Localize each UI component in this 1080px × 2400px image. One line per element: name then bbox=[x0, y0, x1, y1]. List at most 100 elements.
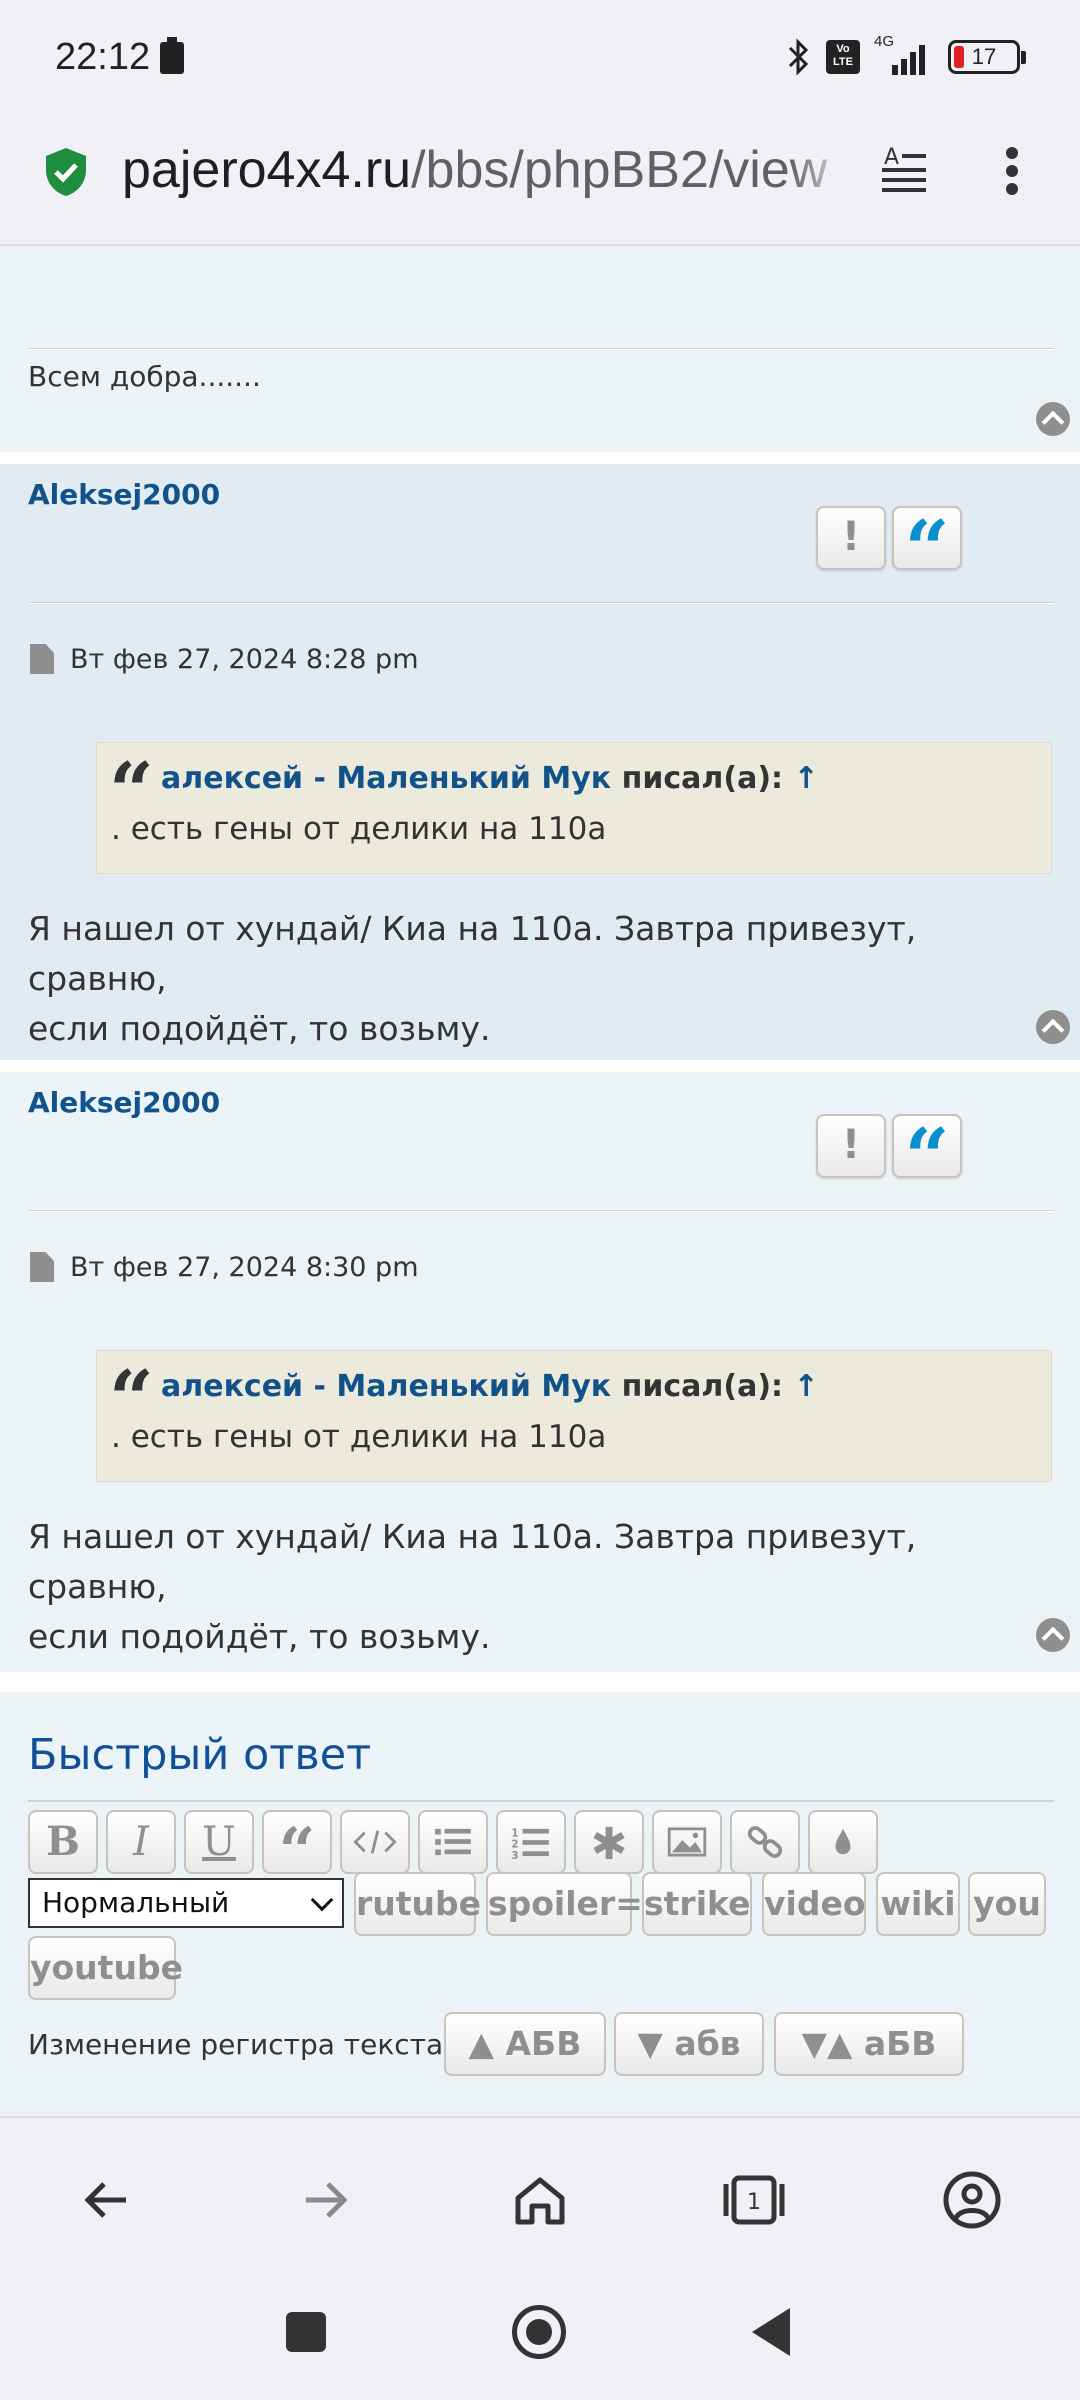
report-button[interactable] bbox=[816, 506, 886, 570]
asterisk-button[interactable]: ✱ bbox=[574, 1810, 644, 1874]
report-button[interactable] bbox=[816, 1114, 886, 1178]
color-button[interactable] bbox=[808, 1810, 878, 1874]
tag-button-youtube[interactable]: youtube bbox=[28, 1936, 183, 2000]
svg-text:3: 3 bbox=[511, 1850, 518, 1862]
back-arrow-icon[interactable] bbox=[76, 2168, 140, 2232]
signature-text: Всем добра....... bbox=[28, 360, 261, 393]
svg-text:1: 1 bbox=[747, 2190, 761, 2215]
bold-button[interactable]: B bbox=[28, 1810, 98, 1874]
italic-icon: I bbox=[133, 1819, 149, 1865]
network-type: 4G bbox=[874, 33, 895, 50]
svg-text:2: 2 bbox=[511, 1839, 518, 1851]
quote-button[interactable] bbox=[892, 1112, 962, 1203]
status-time: 22:12 bbox=[55, 36, 151, 78]
underline-icon: U bbox=[202, 1819, 236, 1865]
font-size-value: Нормальный bbox=[42, 1886, 230, 1919]
home-icon[interactable] bbox=[508, 2168, 572, 2232]
underline-button[interactable]: U bbox=[184, 1810, 254, 1874]
quote-mark-icon: “ bbox=[109, 1354, 154, 1445]
tag-button-wiki[interactable]: wiki bbox=[876, 1872, 960, 1936]
quote-author[interactable]: алексей - Маленький Мук bbox=[161, 761, 611, 796]
list-icon bbox=[435, 1828, 471, 1856]
code-icon bbox=[353, 1830, 397, 1854]
quote-tool-button[interactable]: “ bbox=[262, 1810, 332, 1889]
quote-text: . есть гены от делики на 110а bbox=[111, 1419, 607, 1455]
url-host: pajero4x4.ru bbox=[122, 141, 412, 199]
link-button[interactable] bbox=[730, 1810, 800, 1874]
profile-icon[interactable] bbox=[940, 2168, 1004, 2232]
post-date: Вт фев 27, 2024 8:28 pm bbox=[70, 644, 419, 675]
post-body-line: Я нашел от хундай/ Киа на 110а. Завтра п… bbox=[28, 1517, 917, 1606]
overflow-menu-icon[interactable] bbox=[1006, 147, 1020, 195]
tag-button-spoiler[interactable]: spoiler= bbox=[486, 1872, 643, 1936]
battery-level: 17 bbox=[971, 44, 997, 69]
image-button[interactable] bbox=[652, 1810, 722, 1874]
signal-icon: 4G bbox=[874, 33, 934, 77]
quote-header: алексей - Маленький Мук писал(а): ↑ bbox=[161, 1369, 819, 1404]
reader-mode-icon[interactable]: A bbox=[880, 144, 928, 194]
numbered-list-button[interactable]: 123 bbox=[496, 1810, 566, 1874]
browser-bottom-bar: 1 bbox=[0, 2116, 1080, 2276]
case-change-label: Изменение регистра текста: bbox=[28, 2028, 453, 2061]
uppercase-button[interactable]: ▲ АБВ bbox=[444, 2012, 606, 2076]
bold-icon: B bbox=[46, 1818, 80, 1865]
quote-source-link[interactable]: ↑ bbox=[793, 761, 818, 796]
tag-button-you[interactable]: you bbox=[968, 1872, 1046, 1936]
post-author[interactable]: Aleksej2000 bbox=[28, 1086, 220, 1119]
code-button[interactable] bbox=[340, 1810, 410, 1874]
back-to-top-icon[interactable] bbox=[1036, 402, 1070, 436]
quote-block: “ алексей - Маленький Мук писал(а): ↑ . … bbox=[96, 742, 1052, 874]
post-body: Я нашел от хундай/ Киа на 110а. Завтра п… bbox=[28, 904, 1058, 1054]
post-body-line: если подойдёт, то возьму. bbox=[28, 1617, 491, 1656]
tabs-icon[interactable]: 1 bbox=[722, 2168, 786, 2232]
color-drop-icon bbox=[835, 1828, 851, 1855]
list-button[interactable] bbox=[418, 1810, 488, 1874]
post-author[interactable]: Aleksej2000 bbox=[28, 478, 220, 511]
system-back-icon[interactable] bbox=[752, 2308, 790, 2356]
back-to-top-icon[interactable] bbox=[1036, 1618, 1070, 1652]
volte-icon: Vo LTE bbox=[826, 40, 860, 74]
quote-wrote: писал(а): bbox=[621, 761, 784, 796]
invert-case-button[interactable]: ▼▲ аБВ bbox=[774, 2012, 964, 2076]
url-field[interactable]: pajero4x4.ru/bbs/phpBB2/view bbox=[122, 140, 844, 204]
post-file-icon[interactable] bbox=[30, 644, 54, 674]
lowercase-button[interactable]: ▼ абв bbox=[614, 2012, 764, 2076]
quote-button[interactable] bbox=[892, 504, 962, 595]
italic-button[interactable]: I bbox=[106, 1810, 176, 1874]
quick-reply-panel: Быстрый ответ B I U “ 123 ✱ Нормальный r… bbox=[0, 1692, 1080, 2116]
quote-text: . есть гены от делики на 110а bbox=[111, 811, 607, 847]
back-to-top-icon[interactable] bbox=[1036, 1010, 1070, 1044]
svg-text:A: A bbox=[884, 145, 899, 170]
quote-author[interactable]: алексей - Маленький Мук bbox=[161, 1369, 611, 1404]
tag-button-video[interactable]: video bbox=[762, 1872, 866, 1936]
url-path: /bbs/phpBB2/view bbox=[411, 141, 828, 199]
link-icon bbox=[747, 1826, 783, 1858]
quote-source-link[interactable]: ↑ bbox=[793, 1369, 818, 1404]
post-file-icon[interactable] bbox=[30, 1252, 54, 1282]
system-navigation-bar bbox=[0, 2276, 1080, 2400]
home-button-icon[interactable] bbox=[512, 2305, 566, 2359]
quote-block: “ алексей - Маленький Мук писал(а): ↑ . … bbox=[96, 1350, 1052, 1482]
prev-post: Всем добра....... bbox=[0, 246, 1080, 452]
svg-text:1: 1 bbox=[511, 1827, 518, 1839]
forward-arrow-icon[interactable] bbox=[292, 2168, 356, 2232]
post-body: Я нашел от хундай/ Киа на 110а. Завтра п… bbox=[28, 1512, 1058, 1662]
tag-button-rutube[interactable]: rutube bbox=[354, 1872, 481, 1936]
chevron-down-icon bbox=[310, 1888, 334, 1912]
recents-icon[interactable] bbox=[286, 2312, 326, 2352]
numbered-list-icon: 123 bbox=[511, 1827, 549, 1862]
page-content: Всем добра....... Aleksej2000 Вт фев 27,… bbox=[0, 246, 1080, 2116]
font-size-select[interactable]: Нормальный bbox=[28, 1878, 344, 1928]
post: Aleksej2000 Вт фев 27, 2024 8:28 pm “ ал… bbox=[0, 464, 1080, 1060]
quick-reply-title: Быстрый ответ bbox=[28, 1730, 372, 1780]
bluetooth-icon bbox=[788, 38, 809, 76]
image-icon bbox=[667, 1827, 707, 1857]
post-date: Вт фев 27, 2024 8:30 pm bbox=[70, 1252, 419, 1283]
asterisk-icon: ✱ bbox=[590, 1819, 628, 1870]
tag-button-strike[interactable]: strike bbox=[642, 1872, 752, 1936]
quote-wrote: писал(а): bbox=[621, 1369, 784, 1404]
secure-shield-icon[interactable] bbox=[44, 146, 88, 198]
quote-mark-icon: “ bbox=[109, 746, 154, 837]
battery-saver-icon bbox=[160, 37, 184, 74]
status-icons: Vo LTE 4G 17 bbox=[786, 32, 1026, 82]
